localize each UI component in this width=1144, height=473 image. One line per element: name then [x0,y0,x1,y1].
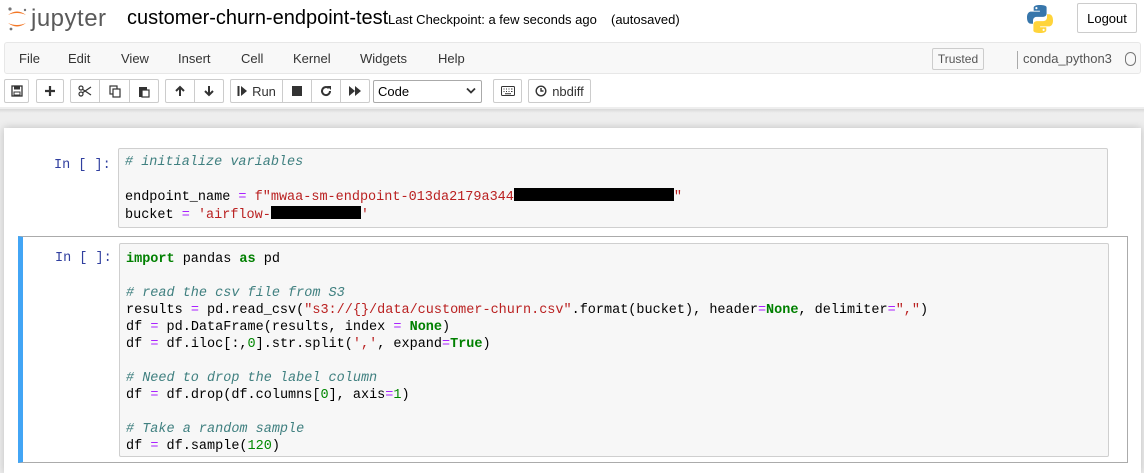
code-line: bucket = 'airflow- ' [125,206,369,223]
keyboard-icon [500,86,515,96]
stop-icon [292,86,302,96]
jupyter-logo[interactable]: jupyter [6,4,114,34]
move-down-button[interactable] [195,79,224,103]
menu-insert[interactable]: Insert [178,51,211,66]
code-editor[interactable]: import pandas as pd # read the csv file … [119,243,1109,457]
menubar: File Edit View Insert Cell Kernel Widget… [0,38,1144,77]
menubar-inner: File Edit View Insert Cell Kernel Widget… [4,42,1141,74]
paste-button[interactable] [130,79,159,103]
fast-forward-icon [348,86,361,96]
menu-cell[interactable]: Cell [241,51,263,66]
checkpoint-status: Last Checkpoint: a few seconds ago [388,12,597,27]
nbdiff-label: nbdiff [552,83,584,99]
chevron-down-icon [466,87,476,94]
arrow-down-icon [204,86,214,97]
menu-file[interactable]: File [19,51,40,66]
code-line: # Need to drop the label column [126,371,378,386]
autosave-status: (autosaved) [611,12,680,27]
code-line: # Take a random sample [126,422,305,437]
code-line: df = pd.DataFrame(results, index = None) [126,320,451,335]
step-forward-icon [237,86,248,96]
kernel-status-icon [1125,52,1136,66]
redacted-block [270,206,361,219]
notebook-container: In [ ]: # initialize variables endpoint_… [4,128,1141,473]
code-line: # initialize variables [125,155,304,170]
menu-kernel[interactable]: Kernel [293,51,331,66]
restart-run-all-button[interactable] [341,79,370,103]
code-cell[interactable]: In [ ]: # initialize variables endpoint_… [18,146,1128,232]
scissors-icon [78,85,92,97]
code-line: df = df.drop(df.columns[0], axis=1) [126,388,410,403]
python-logo-icon [1027,5,1053,33]
logout-button[interactable]: Logout [1077,3,1137,33]
save-icon [10,85,23,97]
code-line: results = pd.read_csv("s3://{}/data/cust… [126,303,929,318]
code-line: # read the csv file from S3 [126,286,345,301]
copy-button[interactable] [100,79,130,103]
menu-help[interactable]: Help [438,51,465,66]
paste-icon [139,86,150,98]
kernel-divider [1017,51,1018,69]
cut-button[interactable] [70,79,100,103]
code-cell-selected[interactable]: In [ ]: import pandas as pd # read the c… [18,236,1128,463]
run-button[interactable]: Run [230,79,283,103]
input-prompt: In [ ]: [54,158,111,173]
cell-type-select[interactable]: Code [373,80,482,103]
toolbar: Run Code nbdiff [0,77,1144,107]
header-shadow [0,109,1144,113]
code-line: df = df.sample(120) [126,439,280,454]
save-button[interactable] [4,79,29,103]
menu-widgets[interactable]: Widgets [360,51,407,66]
interrupt-button[interactable] [283,79,312,103]
menu-view[interactable]: View [121,51,149,66]
header: jupyter customer-churn-endpoint-test Las… [0,0,1144,38]
cell-type-value: Code [378,84,410,99]
notebook-title[interactable]: customer-churn-endpoint-test [127,7,388,30]
menu-edit[interactable]: Edit [68,51,90,66]
insert-cell-button[interactable] [36,79,64,103]
jupyter-logo-icon [8,7,27,31]
history-icon [535,85,547,97]
input-prompt: In [ ]: [55,251,112,266]
restart-button[interactable] [312,79,341,103]
kernel-name[interactable]: conda_python3 [1023,51,1112,66]
arrow-up-icon [175,85,185,96]
code-line: endpoint_name = f"mwaa-sm-endpoint-013da… [125,188,682,205]
trusted-indicator[interactable]: Trusted [932,48,984,70]
code-editor[interactable]: # initialize variables endpoint_name = f… [118,148,1108,228]
move-up-button[interactable] [165,79,195,103]
plus-icon [45,86,55,96]
logo-text: jupyter [31,5,107,32]
restart-icon [321,86,332,97]
nbdiff-button[interactable]: nbdiff [528,79,591,103]
run-label: Run [252,83,276,99]
command-palette-button[interactable] [493,79,522,103]
code-line: df = df.iloc[:,0].str.split(',', expand=… [126,337,491,352]
code-line: import pandas as pd [126,252,280,267]
redacted-block [513,188,674,201]
copy-icon [108,84,121,98]
